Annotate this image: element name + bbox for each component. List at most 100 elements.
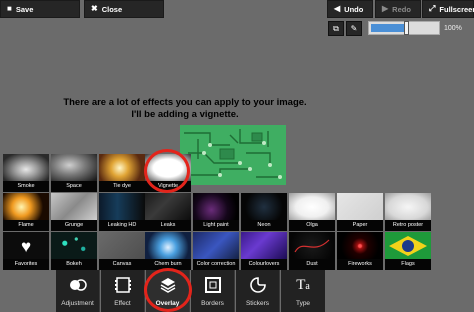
save-button[interactable]: ■ Save xyxy=(0,0,80,18)
effect-tile-flame[interactable]: Flame xyxy=(3,193,49,231)
effect-thumbnail xyxy=(145,154,191,182)
effect-thumbnail xyxy=(99,154,145,182)
close-button[interactable]: ✖ Close xyxy=(84,0,164,18)
undo-button[interactable]: ◀ Undo xyxy=(327,0,373,18)
effect-thumbnail xyxy=(51,193,97,221)
effect-thumbnail xyxy=(51,232,97,260)
zoom-slider[interactable] xyxy=(368,21,440,35)
effect-thumbnail xyxy=(99,193,145,221)
image-preview xyxy=(180,125,286,185)
effect-label: Chem burn xyxy=(145,259,191,270)
effect-thumbnail xyxy=(51,154,97,182)
effect-tile-retro-poster[interactable]: Retro poster xyxy=(385,193,431,231)
effect-tile-fireworks[interactable]: Fireworks xyxy=(337,232,383,270)
effect-label: Flame xyxy=(3,220,49,231)
effect-thumbnail xyxy=(337,193,383,221)
effect-tile-favorites[interactable]: ♥ Favorites xyxy=(3,232,49,270)
close-label: Close xyxy=(101,4,123,14)
type-icon: Ta xyxy=(296,277,310,293)
effect-thumbnail xyxy=(145,193,191,221)
heart-icon: ♥ xyxy=(20,236,32,256)
effect-thumbnail xyxy=(337,232,383,260)
fullscreen-label: Fullscreen xyxy=(439,4,474,14)
effect-label: Vignette xyxy=(145,181,191,192)
effect-thumbnail xyxy=(3,193,49,221)
effect-label: Color correction xyxy=(193,259,239,270)
effect-tile-leaks[interactable]: Leaks xyxy=(145,193,191,231)
effect-thumbnail: ♥ xyxy=(3,232,49,260)
redo-label: Redo xyxy=(392,4,411,14)
effect-tile-bokeh[interactable]: Bokeh xyxy=(51,232,97,270)
effect-label: Canvas xyxy=(99,259,145,270)
effect-label: Grunge xyxy=(51,220,97,231)
effect-tile-space[interactable]: Space xyxy=(51,154,97,192)
effect-tile-flags[interactable]: Flags xyxy=(385,232,431,270)
tool-label: Adjustment xyxy=(61,300,94,307)
effect-tile-leaking-hd[interactable]: Leaking HD xyxy=(99,193,145,231)
effect-thumbnail xyxy=(385,193,431,221)
tool-label: Stickers xyxy=(245,300,270,307)
effect-thumbnail xyxy=(193,193,239,221)
redo-arrow-icon: ▶ xyxy=(382,4,389,13)
zoom-level: 100% xyxy=(444,24,462,32)
effect-thumbnail xyxy=(241,193,287,221)
effect-label: Olga xyxy=(289,220,335,231)
effect-thumbnail xyxy=(385,232,431,260)
tool-stickers[interactable]: Stickers xyxy=(236,270,280,312)
effect-tile-chem-burn[interactable]: Chem burn xyxy=(145,232,191,270)
effect-label: Smoke xyxy=(3,181,49,192)
undo-label: Undo xyxy=(344,4,364,14)
effect-tile-dust[interactable]: Dust xyxy=(289,232,335,270)
pencil-icon: ✎ xyxy=(350,24,358,33)
tool-label: Effect xyxy=(114,300,131,307)
save-label: Save xyxy=(15,4,34,14)
effect-tile-tie-dye[interactable]: Tie dye xyxy=(99,154,145,192)
flag-icon xyxy=(385,232,431,260)
fit-screen-icon: ⧉ xyxy=(333,23,339,33)
tool-borders[interactable]: Borders xyxy=(191,270,235,312)
effect-tile-neon[interactable]: Neon xyxy=(241,193,287,231)
tool-overlay[interactable]: Overlay xyxy=(146,270,190,312)
zoom-slider-handle[interactable] xyxy=(404,21,409,35)
effect-tile-canvas[interactable]: Canvas xyxy=(99,232,145,270)
effect-label: Leaks xyxy=(145,220,191,231)
tool-label: Overlay xyxy=(155,300,180,307)
effect-label: Retro poster xyxy=(385,220,431,231)
effect-tile-colourlovers[interactable]: Colourlovers xyxy=(241,232,287,270)
fit-screen-button[interactable]: ⧉ xyxy=(328,21,344,36)
effect-label: Leaking HD xyxy=(99,220,145,231)
effect-label: Space xyxy=(51,181,97,192)
effect-label: Light paint xyxy=(193,220,239,231)
effect-label: Paper xyxy=(337,220,383,231)
instruction-caption: There are a lot of effects you can apply… xyxy=(63,97,307,120)
layers-icon xyxy=(146,276,189,299)
effect-tile-paper[interactable]: Paper xyxy=(337,193,383,231)
effect-tile-smoke[interactable]: Smoke xyxy=(3,154,49,192)
effect-label: Bokeh xyxy=(51,259,97,270)
effect-thumbnail xyxy=(3,154,49,182)
dust-streak-icon xyxy=(294,239,330,253)
fullscreen-icon: ⤢ xyxy=(429,4,436,13)
tool-adjustment[interactable]: Adjustment xyxy=(56,270,100,312)
effect-label: Colourlovers xyxy=(241,259,287,270)
effect-tile-vignette[interactable]: Vignette xyxy=(145,154,191,192)
effect-thumbnail xyxy=(99,232,145,260)
effect-tile-olga[interactable]: Olga xyxy=(289,193,335,231)
undo-arrow-icon: ◀ xyxy=(334,4,341,13)
tool-effect[interactable]: Effect xyxy=(101,270,145,312)
tool-type[interactable]: Ta Type xyxy=(281,270,325,312)
frame-icon xyxy=(191,276,234,299)
fullscreen-button[interactable]: ⤢ Fullscreen xyxy=(422,0,474,18)
save-icon: ■ xyxy=(7,4,12,13)
redo-button[interactable]: ▶ Redo xyxy=(375,0,421,18)
adjustment-icon xyxy=(56,276,99,299)
circuit-board-image xyxy=(180,125,286,185)
edit-button[interactable]: ✎ xyxy=(346,21,362,36)
effect-thumbnail xyxy=(289,193,335,221)
effect-label: Flags xyxy=(385,259,431,270)
effect-tile-light-paint[interactable]: Light paint xyxy=(193,193,239,231)
effect-label: Favorites xyxy=(3,259,49,270)
effect-tile-grunge[interactable]: Grunge xyxy=(51,193,97,231)
effect-tile-color-correction[interactable]: Color correction xyxy=(193,232,239,270)
effect-thumbnail xyxy=(145,232,191,260)
